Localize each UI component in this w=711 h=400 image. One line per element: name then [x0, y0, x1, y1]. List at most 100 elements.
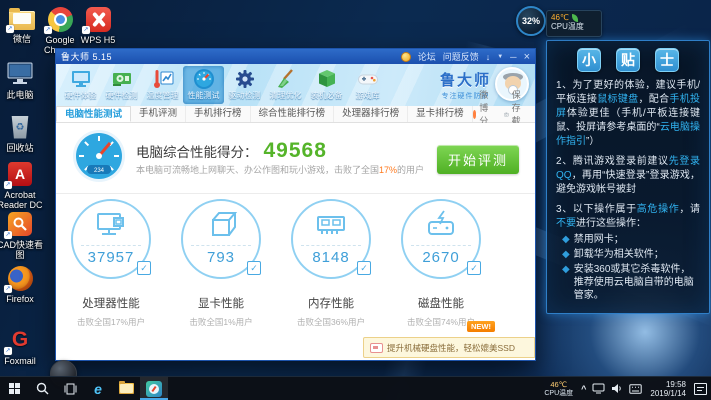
card-label: 磁盘性能 — [418, 298, 464, 310]
taskbar-clock[interactable]: 19:58 2019/1/14 — [648, 380, 688, 398]
taskbar-ie-button[interactable]: e — [84, 377, 112, 400]
this-pc-icon — [7, 62, 33, 84]
card-sublabel: 击败全国74%用户 — [406, 317, 475, 327]
nav-game-library[interactable]: 游戏库 — [347, 66, 388, 104]
card-label: 处理器性能 — [82, 298, 140, 310]
cpu-checkbox[interactable]: ✓ — [137, 261, 151, 275]
taskbar-search-button[interactable] — [28, 377, 56, 400]
shortcut-arrow-icon: ↗ — [82, 26, 90, 34]
cpu-temp-widget[interactable]: 46℃ CPU温度 — [546, 10, 602, 37]
nav-clean-optimize[interactable]: 清理优化 — [265, 66, 306, 104]
minimize-button[interactable]: ─ — [510, 52, 516, 62]
desktop-icon-cad-viewer[interactable]: ↗ CAD快速看 图 — [0, 210, 48, 260]
tab-cpu-ranking[interactable]: 处理器排行榜 — [334, 106, 409, 122]
tab-bar: 电脑性能测试 手机评测 手机排行榜 综合性能排行榜 处理器排行榜 显卡排行榜 微… — [56, 90, 535, 139]
cpu-temp-label: CPU温度 — [551, 22, 584, 31]
taskbar-explorer-button[interactable] — [112, 377, 140, 400]
gpu-checkbox[interactable]: ✓ — [247, 261, 261, 275]
start-benchmark-button[interactable]: 开始评测 — [437, 145, 519, 174]
close-button[interactable]: × — [524, 51, 530, 62]
ssd-promo-banner[interactable]: 提升机械硬盘性能，轻松媲美SSD — [363, 337, 535, 358]
tab-phone-review[interactable]: 手机评测 — [131, 106, 187, 122]
broom-icon — [277, 69, 293, 88]
forum-link[interactable]: 论坛 — [418, 50, 436, 63]
menu-dropdown-icon[interactable]: ▼ — [497, 52, 503, 62]
taskbar-ludashi-button[interactable] — [140, 377, 168, 400]
nav-performance-test[interactable]: 性能测试 — [183, 66, 224, 104]
coin-icon[interactable] — [400, 51, 411, 62]
disk-checkbox[interactable]: ✓ — [467, 261, 481, 275]
taskbar-cpu-temp[interactable]: 46℃ CPU温度 — [542, 380, 575, 398]
desktop-icon-wps-h5[interactable]: ↗ WPS H5 — [70, 5, 126, 45]
card-memory-performance: 8148 ✓ 内存性能 击败全国36%用户 — [276, 199, 386, 328]
leaf-icon — [571, 13, 578, 22]
desktop-icon-foxmail[interactable]: G ↗ Foxmail — [0, 326, 48, 366]
action-center-icon[interactable] — [694, 382, 707, 395]
tip-bullet-3: ◆ 安装360或其它杀毒软件，推荐使用云电脑自带的电脑管家。 — [562, 264, 694, 301]
ludashi-window: 鲁大师 5.15 论坛 问题反馈 ↓ ▼ ─ × 硬件体验 硬件检测 温度管理 … — [55, 48, 536, 361]
shortcut-arrow-icon: ↗ — [6, 25, 14, 33]
cpu-monitor-icon — [97, 213, 124, 235]
nav-install-essentials[interactable]: 装机必备 — [306, 66, 347, 104]
touch-keyboard-icon[interactable] — [629, 383, 643, 394]
gamepad-icon — [357, 74, 378, 85]
tab-phone-ranking[interactable]: 手机排行榜 — [186, 106, 251, 122]
tab-gpu-ranking[interactable]: 显卡排行榜 — [408, 106, 473, 122]
gear-icon — [235, 70, 254, 88]
cpu-usage-ball[interactable]: 32% — [516, 6, 546, 36]
tip-bullet-2: ◆ 卸载华为相关软件； — [562, 249, 664, 260]
card-label: 显卡性能 — [198, 298, 244, 310]
nav-hardware-check[interactable]: 硬件检测 — [101, 66, 142, 104]
score-value: 49568 — [263, 139, 327, 162]
svg-text:234: 234 — [94, 168, 105, 174]
thermometer-icon — [153, 70, 173, 88]
new-badge: NEW! — [467, 321, 495, 332]
nav-driver-check[interactable]: 驱动检测 — [224, 66, 265, 104]
nav-hardware-experience[interactable]: 硬件体验 — [60, 66, 101, 104]
card-sublabel: 击败全国1%用户 — [189, 317, 253, 327]
tray-chevron-up-icon[interactable]: ^ — [581, 384, 586, 394]
card-sublabel: 击败全国36%用户 — [296, 317, 365, 327]
tips-title: 小 贴 士 — [556, 48, 700, 72]
nav-temperature[interactable]: 温度管理 — [142, 66, 183, 104]
disk-icon — [428, 210, 454, 235]
tab-overall-ranking[interactable]: 综合性能排行榜 — [251, 106, 335, 122]
ram-icon — [317, 216, 345, 234]
beat-percent: 17% — [379, 165, 398, 175]
feedback-link[interactable]: 问题反馈 — [443, 50, 479, 63]
monitor-icon — [71, 71, 90, 87]
download-icon[interactable]: ↓ — [486, 52, 491, 62]
volume-icon[interactable] — [611, 383, 623, 394]
tip-bullet-1: ◆ 禁用网卡； — [562, 234, 624, 245]
desktop-icon-this-pc[interactable]: 此电脑 — [0, 60, 48, 100]
memory-checkbox[interactable]: ✓ — [357, 261, 371, 275]
desktop-icon-recycle-bin[interactable]: ♻ 回收站 — [0, 113, 48, 153]
score-gauge-icon: 234 — [72, 129, 126, 188]
card-gpu-performance: 793 ✓ 显卡性能 击败全国1%用户 — [166, 199, 276, 328]
shortcut-arrow-icon: ↗ — [4, 347, 12, 355]
tab-pc-performance[interactable]: 电脑性能测试 — [56, 106, 132, 122]
camera-icon — [503, 112, 509, 116]
score-title: 电脑综合性能得分： — [136, 145, 258, 160]
file-explorer-icon — [118, 381, 134, 394]
tip-item-2: 2、腾讯游戏登录前建议先登录QQ，再用“快速登录”登录游戏，避免游戏帐号被封 — [556, 156, 701, 195]
network-icon[interactable] — [592, 383, 605, 394]
ludashi-icon — [146, 380, 162, 397]
task-view-button[interactable] — [56, 377, 84, 400]
task-view-icon — [64, 383, 76, 394]
shortcut-arrow-icon: ↗ — [4, 181, 12, 189]
tips-panel: 小 贴 士 1、为了更好的体验，建议手机/平板连接鼠标键盘，配合手机投屏体验更佳… — [546, 40, 710, 314]
gauge-icon — [193, 69, 214, 89]
shortcut-arrow-icon: ↗ — [4, 231, 12, 239]
score-subtitle: 本电脑可流畅地上网聊天、办公作图和玩小游戏，击败了全国17%的用户 — [136, 165, 425, 175]
gpu-cube-icon — [212, 212, 238, 236]
gpu-card-icon — [112, 73, 131, 86]
search-icon — [36, 382, 48, 395]
disk-promo-icon — [370, 342, 383, 353]
desktop-icon-acrobat[interactable]: A ↗ Acrobat Reader DC — [0, 160, 48, 210]
titlebar[interactable]: 鲁大师 5.15 论坛 问题反馈 ↓ ▼ ─ × — [56, 49, 535, 64]
start-button[interactable] — [0, 377, 28, 400]
desktop: ↗ 微信 ↗ Google Chrome ↗ WPS H5 此电脑 ♻ 回收站 … — [0, 0, 711, 400]
card-disk-performance: 2670 ✓ 磁盘性能 击败全国74%用户 — [386, 199, 496, 328]
desktop-icon-firefox[interactable]: ↗ Firefox — [0, 264, 48, 304]
